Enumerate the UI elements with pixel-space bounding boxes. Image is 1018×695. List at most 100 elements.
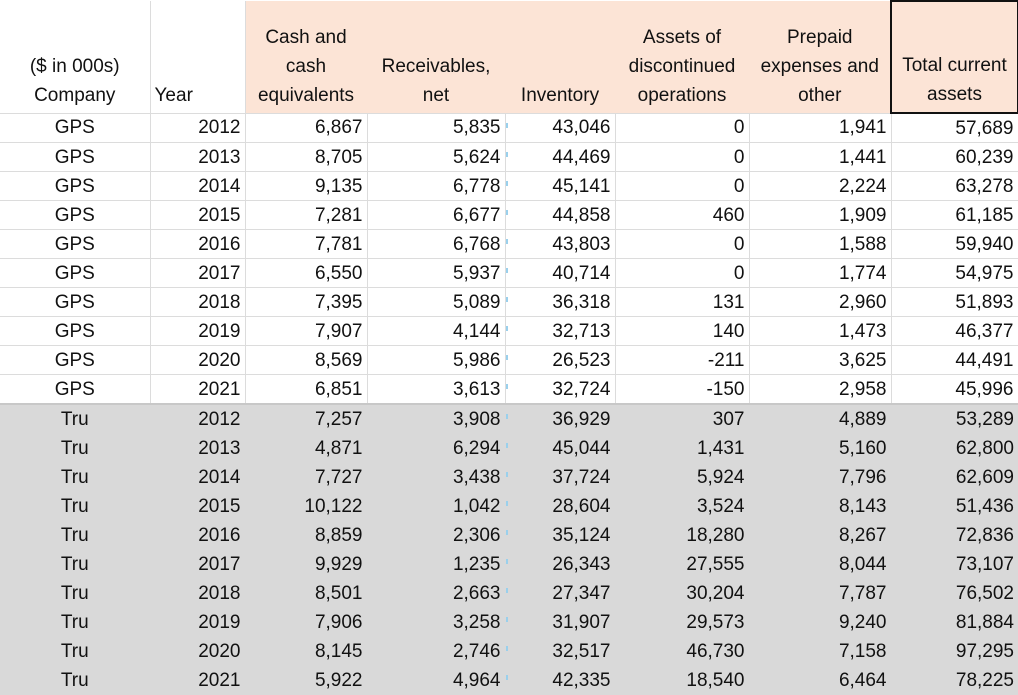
cell-year[interactable]: 2015 — [150, 200, 246, 230]
cell-discontinued[interactable]: 30,204 — [615, 578, 750, 608]
cell-inventory[interactable]: 37,724 — [505, 462, 616, 492]
cell-cash[interactable]: 8,705 — [245, 142, 368, 172]
cell-company[interactable]: GPS — [0, 316, 151, 346]
cell-receivables[interactable]: 5,986 — [367, 345, 506, 375]
cell-inventory[interactable]: 28,604 — [505, 491, 616, 521]
cell-inventory[interactable]: 26,343 — [505, 549, 616, 579]
cell-cash[interactable]: 4,871 — [245, 433, 368, 463]
cell-company[interactable]: Tru — [0, 462, 151, 492]
cell-prepaid[interactable]: 1,909 — [749, 200, 892, 230]
cell-year[interactable]: 2021 — [150, 665, 246, 695]
cell-receivables[interactable]: 6,294 — [367, 433, 506, 463]
cell-receivables[interactable]: 2,306 — [367, 520, 506, 550]
cell-discontinued[interactable]: 0 — [615, 258, 750, 288]
cell-cash[interactable]: 6,550 — [245, 258, 368, 288]
cell-receivables[interactable]: 1,235 — [367, 549, 506, 579]
header-inventory[interactable]: Inventory — [505, 1, 616, 114]
cell-total[interactable]: 62,609 — [891, 462, 1018, 492]
cell-total[interactable]: 73,107 — [891, 549, 1018, 579]
cell-receivables[interactable]: 2,663 — [367, 578, 506, 608]
cell-inventory[interactable]: 35,124 — [505, 520, 616, 550]
cell-discontinued[interactable]: 1,431 — [615, 433, 750, 463]
cell-year[interactable]: 2015 — [150, 491, 246, 521]
cell-prepaid[interactable]: 5,160 — [749, 433, 892, 463]
cell-year[interactable]: 2013 — [150, 142, 246, 172]
cell-cash[interactable]: 10,122 — [245, 491, 368, 521]
cell-prepaid[interactable]: 6,464 — [749, 665, 892, 695]
cell-total[interactable]: 97,295 — [891, 636, 1018, 666]
cell-company[interactable]: Tru — [0, 403, 151, 434]
cell-company[interactable]: GPS — [0, 113, 151, 143]
cell-total[interactable]: 61,185 — [891, 200, 1018, 230]
cell-receivables[interactable]: 6,768 — [367, 229, 506, 259]
cell-discontinued[interactable]: 3,524 — [615, 491, 750, 521]
cell-year[interactable]: 2018 — [150, 287, 246, 317]
cell-total[interactable]: 60,239 — [891, 142, 1018, 172]
cell-prepaid[interactable]: 7,158 — [749, 636, 892, 666]
cell-total[interactable]: 54,975 — [891, 258, 1018, 288]
cell-year[interactable]: 2016 — [150, 229, 246, 259]
cell-discontinued[interactable]: 0 — [615, 113, 750, 143]
cell-inventory[interactable]: 26,523 — [505, 345, 616, 375]
cell-year[interactable]: 2019 — [150, 316, 246, 346]
cell-cash[interactable]: 8,145 — [245, 636, 368, 666]
cell-company[interactable]: Tru — [0, 549, 151, 579]
cell-prepaid[interactable]: 8,044 — [749, 549, 892, 579]
cell-year[interactable]: 2012 — [150, 113, 246, 143]
cell-company[interactable]: Tru — [0, 636, 151, 666]
cell-prepaid[interactable]: 8,143 — [749, 491, 892, 521]
cell-prepaid[interactable]: 1,473 — [749, 316, 892, 346]
cell-discontinued[interactable]: 18,280 — [615, 520, 750, 550]
cell-cash[interactable]: 9,929 — [245, 549, 368, 579]
cell-receivables[interactable]: 5,937 — [367, 258, 506, 288]
cell-inventory[interactable]: 27,347 — [505, 578, 616, 608]
cell-prepaid[interactable]: 2,958 — [749, 374, 892, 405]
cell-company[interactable]: GPS — [0, 142, 151, 172]
cell-inventory[interactable]: 45,044 — [505, 433, 616, 463]
cell-company[interactable]: Tru — [0, 665, 151, 695]
cell-company[interactable]: Tru — [0, 607, 151, 637]
cell-total[interactable]: 53,289 — [891, 403, 1018, 434]
cell-company[interactable]: Tru — [0, 491, 151, 521]
cell-cash[interactable]: 8,859 — [245, 520, 368, 550]
cell-prepaid[interactable]: 7,796 — [749, 462, 892, 492]
cell-total[interactable]: 72,836 — [891, 520, 1018, 550]
cell-company[interactable]: GPS — [0, 287, 151, 317]
cell-prepaid[interactable]: 1,441 — [749, 142, 892, 172]
cell-total[interactable]: 59,940 — [891, 229, 1018, 259]
cell-inventory[interactable]: 44,469 — [505, 142, 616, 172]
cell-year[interactable]: 2021 — [150, 374, 246, 405]
cell-total[interactable]: 62,800 — [891, 433, 1018, 463]
cell-discontinued[interactable]: 0 — [615, 171, 750, 201]
cell-cash[interactable]: 7,281 — [245, 200, 368, 230]
cell-cash[interactable]: 5,922 — [245, 665, 368, 695]
cell-cash[interactable]: 9,135 — [245, 171, 368, 201]
cell-cash[interactable]: 7,727 — [245, 462, 368, 492]
cell-company[interactable]: GPS — [0, 374, 151, 405]
header-cash[interactable]: Cash and cash equivalents — [245, 1, 368, 114]
cell-company[interactable]: GPS — [0, 171, 151, 201]
cell-total[interactable]: 46,377 — [891, 316, 1018, 346]
cell-year[interactable]: 2012 — [150, 403, 246, 434]
cell-inventory[interactable]: 43,803 — [505, 229, 616, 259]
cell-prepaid[interactable]: 3,625 — [749, 345, 892, 375]
cell-inventory[interactable]: 36,929 — [505, 403, 616, 434]
cell-receivables[interactable]: 5,089 — [367, 287, 506, 317]
cell-cash[interactable]: 6,851 — [245, 374, 368, 405]
cell-receivables[interactable]: 5,835 — [367, 113, 506, 143]
cell-total[interactable]: 51,893 — [891, 287, 1018, 317]
cell-discontinued[interactable]: 140 — [615, 316, 750, 346]
cell-cash[interactable]: 8,569 — [245, 345, 368, 375]
cell-discontinued[interactable]: 460 — [615, 200, 750, 230]
cell-cash[interactable]: 7,907 — [245, 316, 368, 346]
cell-receivables[interactable]: 3,613 — [367, 374, 506, 405]
cell-company[interactable]: GPS — [0, 345, 151, 375]
cell-discontinued[interactable]: -211 — [615, 345, 750, 375]
cell-cash[interactable]: 6,867 — [245, 113, 368, 143]
cell-year[interactable]: 2014 — [150, 171, 246, 201]
cell-cash[interactable]: 7,395 — [245, 287, 368, 317]
cell-inventory[interactable]: 43,046 — [505, 113, 616, 143]
cell-discontinued[interactable]: 46,730 — [615, 636, 750, 666]
cell-company[interactable]: Tru — [0, 520, 151, 550]
cell-inventory[interactable]: 45,141 — [505, 171, 616, 201]
